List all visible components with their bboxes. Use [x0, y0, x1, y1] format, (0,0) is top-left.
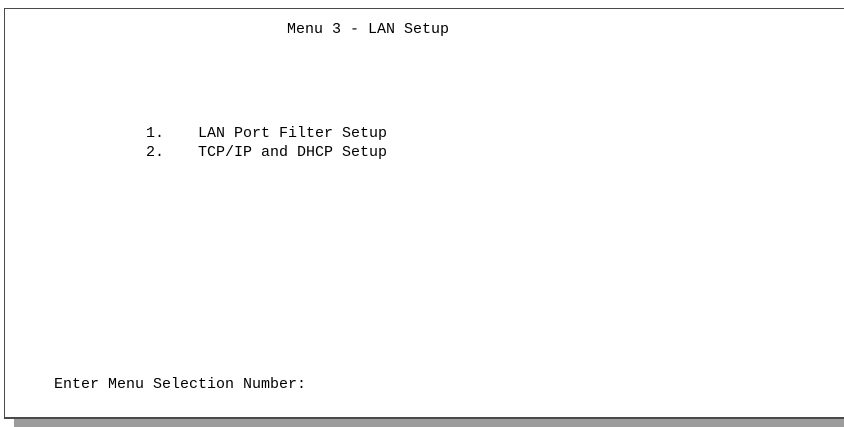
- selection-number-input[interactable]: [306, 376, 336, 392]
- terminal-screen: Menu 3 - LAN Setup 1. LAN Port Filter Set…: [4, 8, 844, 419]
- terminal-shadow: [14, 419, 844, 427]
- menu-item-number: 2.: [146, 144, 165, 161]
- selection-prompt: Enter Menu Selection Number:: [18, 358, 336, 412]
- selection-prompt-label: Enter Menu Selection Number:: [54, 376, 307, 393]
- menu-item-tcpip-dhcp[interactable]: 2. TCP/IP and DHCP Setup: [110, 126, 387, 180]
- screen-title: Menu 3 - LAN Setup: [287, 21, 450, 38]
- menu-item-label: TCP/IP and DHCP Setup: [198, 144, 388, 161]
